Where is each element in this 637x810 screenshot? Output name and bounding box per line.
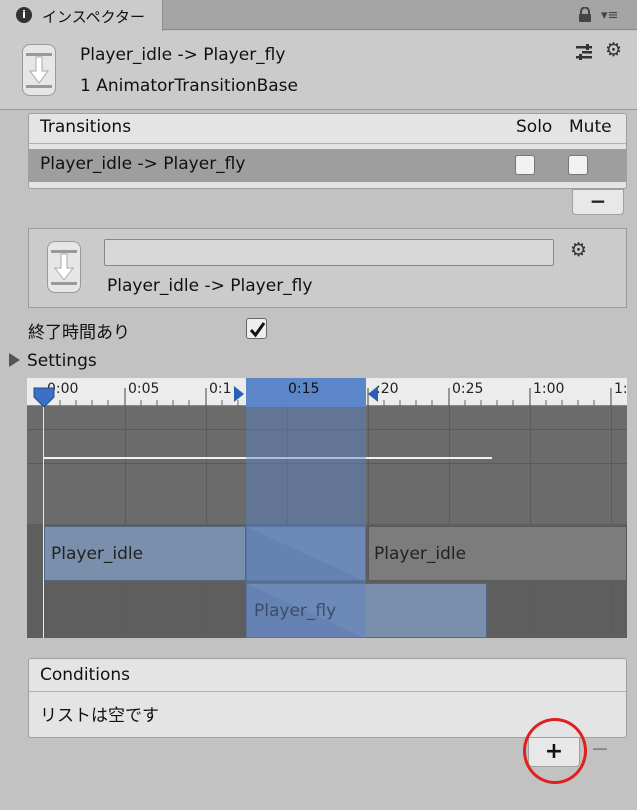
transition-detail-icon [47, 241, 81, 293]
transitions-list: Transitions Solo Mute Player_idle -> Pla… [28, 113, 627, 189]
header-subtitle: 1 AnimatorTransitionBase [80, 76, 298, 96]
tick-label: 1:00 [533, 381, 565, 397]
inspector-header: Player_idle -> Player_fly 1 AnimatorTran… [0, 31, 637, 110]
transitions-list-header: Transitions Solo Mute [29, 114, 626, 144]
tab-inspector[interactable]: i インスペクター [0, 0, 163, 31]
transition-icon [22, 44, 56, 96]
tick-label: 0:1 [209, 381, 232, 397]
list-item[interactable]: Player_idle -> Player_fly [29, 149, 626, 182]
info-icon: i [16, 7, 32, 23]
solo-checkbox[interactable] [515, 155, 535, 175]
settings-foldout[interactable]: Settings [27, 351, 97, 371]
tick-label: 0:05 [128, 381, 160, 397]
transition-timeline[interactable]: 0:00 0:05 0:1 :20 0:25 1:00 1: Player_id… [27, 378, 627, 638]
transitions-header-label: Transitions [40, 117, 132, 137]
solo-header-label: Solo [516, 117, 553, 137]
tick-label: 0:15 [288, 381, 320, 397]
preset-icon[interactable] [575, 43, 593, 65]
mute-checkbox[interactable] [568, 155, 588, 175]
tick-label: 0:25 [452, 381, 484, 397]
source-clip[interactable]: Player_idle [44, 526, 246, 581]
transition-start-handle-icon[interactable] [232, 386, 246, 402]
mute-header-label: Mute [569, 117, 612, 137]
transition-duration-selection[interactable] [246, 378, 366, 638]
transition-detail: Player_idle -> Player_fly ⚙ [28, 228, 627, 308]
playhead-line [43, 407, 44, 638]
expand-triangle-icon[interactable] [9, 353, 20, 367]
gear-icon[interactable]: ⚙ [570, 239, 587, 261]
transition-end-handle-icon[interactable] [366, 386, 380, 402]
has-exit-time-checkbox[interactable] [246, 318, 267, 339]
has-exit-time-label: 終了時間あり [28, 323, 130, 343]
conditions-header: Conditions [29, 659, 626, 692]
header-title: Player_idle -> Player_fly [80, 45, 286, 65]
transition-name-input[interactable] [104, 239, 554, 266]
tick-label: 1: [614, 381, 627, 397]
source-clip-label: Player_idle [51, 544, 144, 564]
highlight-circle [523, 718, 587, 784]
conditions-header-label: Conditions [40, 665, 130, 685]
gear-icon[interactable]: ⚙ [605, 39, 622, 61]
remove-transition-button[interactable]: − [572, 189, 624, 215]
lock-icon[interactable] [578, 6, 592, 27]
playhead-marker-icon[interactable] [33, 386, 55, 408]
conditions-empty-text: リストは空です [40, 706, 159, 726]
source-clip-after-label: Player_idle [374, 544, 467, 564]
source-clip-after[interactable]: Player_idle [368, 526, 627, 581]
transition-row-label: Player_idle -> Player_fly [40, 154, 246, 174]
menu-icon[interactable]: ▾≡ [601, 8, 618, 23]
tab-label: インスペクター [42, 8, 146, 26]
transition-detail-label: Player_idle -> Player_fly [107, 276, 313, 296]
transition-duration-ruler[interactable]: 0:15 [246, 378, 366, 407]
